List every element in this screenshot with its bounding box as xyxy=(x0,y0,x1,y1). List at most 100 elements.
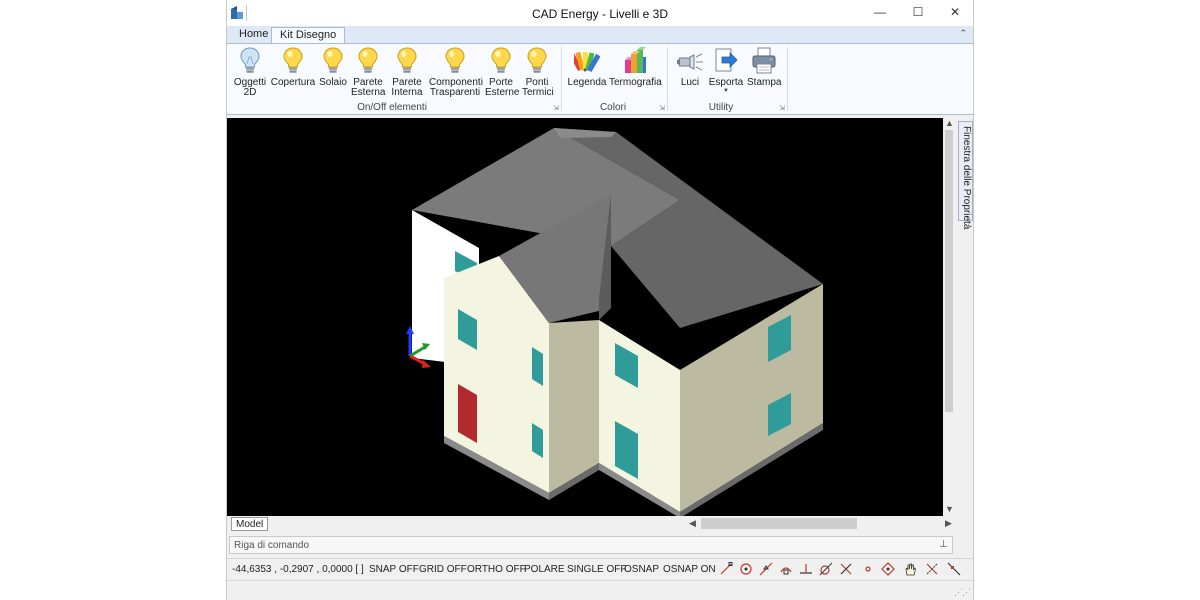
bulb-on-icon xyxy=(397,47,417,73)
gable-side-wall xyxy=(549,320,599,493)
roof-ridge-light xyxy=(554,128,616,138)
drawing-viewport-3d[interactable] xyxy=(227,118,943,518)
printer-icon xyxy=(752,47,776,74)
window-bottom-strip: ⋰⋰ xyxy=(227,580,973,600)
ribbon-button-label: Oggetti 2D xyxy=(233,77,267,98)
ribbon-button-termografia[interactable]: Termografia xyxy=(609,46,662,88)
scroll-left-icon[interactable]: ◀ xyxy=(689,518,696,529)
ribbon-button-label: Componenti Trasparenti xyxy=(429,77,483,98)
single-toggle[interactable]: SINGLE OFF xyxy=(567,564,626,575)
ribbon-button-porte-esterne[interactable]: Porte Esterne xyxy=(485,46,520,98)
ribbon-button-stampa[interactable]: Stampa xyxy=(747,46,781,88)
ribbon-button-parete-esterna[interactable]: Parete Esterna xyxy=(351,46,385,98)
dialog-launcher-icon[interactable]: ⇲ xyxy=(779,104,785,112)
bulb-on-icon xyxy=(323,47,343,73)
ribbon-button-label: Legenda xyxy=(567,77,607,88)
chevron-down-icon: ▼ xyxy=(723,88,729,94)
bulb-on-icon xyxy=(358,47,378,73)
title-bar: CAD Energy - Livelli e 3D — ☐ ✕ xyxy=(227,0,973,26)
ribbon-button-esporta[interactable]: Esporta ▼ xyxy=(707,46,745,95)
tab-kit-disegno[interactable]: Kit Disegno xyxy=(271,27,346,43)
extension-snap-icon[interactable] xyxy=(925,562,939,576)
ribbon-collapse-icon[interactable]: ⌃ xyxy=(959,28,967,39)
maximize-button[interactable]: ☐ xyxy=(901,0,935,26)
vertical-scroll-thumb[interactable] xyxy=(945,130,953,412)
ribbon-button-parete-interna[interactable]: Parete Interna xyxy=(390,46,424,98)
ribbon-button-luci[interactable]: Luci xyxy=(675,46,705,88)
nearest-snap-icon[interactable] xyxy=(947,562,961,576)
dialog-launcher-icon[interactable]: ⇲ xyxy=(659,104,665,112)
ribbon-button-label: Solaio xyxy=(319,77,347,88)
bulb-on-icon xyxy=(283,47,303,73)
midpoint-snap-icon[interactable] xyxy=(759,562,773,576)
osnap-toggle[interactable]: OSNAP xyxy=(624,564,659,575)
spotlight-icon xyxy=(677,53,703,71)
thermography-icon xyxy=(625,47,646,73)
tab-model[interactable]: Model xyxy=(231,517,269,531)
app-window: CAD Energy - Livelli e 3D — ☐ ✕ Home Kit… xyxy=(226,0,974,600)
polar-toggle[interactable]: POLARE xyxy=(524,564,565,575)
ribbon-button-label: Porte Esterne xyxy=(485,77,520,98)
group-separator xyxy=(561,47,562,111)
export-icon xyxy=(715,48,738,72)
command-line-input[interactable]: Riga di comando ⊥ xyxy=(229,536,953,554)
status-bar: -44,6353 , -0,2907 , 0,0000 [ ] SNAP OFF… xyxy=(227,558,973,580)
ribbon-button-label: Copertura xyxy=(270,77,316,88)
pan-hand-icon[interactable] xyxy=(903,562,917,576)
group-label-utility: Utility xyxy=(708,102,734,113)
ribbon-button-oggetti-2d[interactable]: Oggetti 2D xyxy=(232,46,268,98)
endpoint-snap-icon[interactable] xyxy=(719,562,733,576)
quadrant-snap-icon[interactable] xyxy=(779,562,793,576)
ribbon-panel: Oggetti 2D Copertura Solaio Parete Ester… xyxy=(227,43,973,115)
group-separator xyxy=(667,47,668,111)
color-swatches-icon xyxy=(574,51,600,72)
group-label-colori: Colori xyxy=(599,102,627,113)
tangent-snap-icon[interactable] xyxy=(819,562,833,576)
pin-icon[interactable]: ⊥ xyxy=(939,539,948,550)
ribbon-button-legenda[interactable]: Legenda xyxy=(567,46,607,88)
ribbon-button-ponti-termici[interactable]: Ponti Termici xyxy=(522,46,554,98)
snap-toggle[interactable]: SNAP OFF xyxy=(369,564,419,575)
intersection-snap-icon[interactable] xyxy=(839,562,853,576)
ribbon-button-solaio[interactable]: Solaio xyxy=(319,46,347,88)
ortho-toggle[interactable]: ORTHO OFF xyxy=(467,564,526,575)
dialog-launcher-icon[interactable]: ⇲ xyxy=(553,104,559,112)
ribbon-button-label: Termografia xyxy=(609,77,662,88)
grid-toggle[interactable]: GRID OFF xyxy=(419,564,467,575)
house-3d-model xyxy=(406,128,823,518)
properties-panel-label: Finestra delle Proprietà xyxy=(961,126,972,230)
right-wall-front xyxy=(599,320,680,512)
tab-home[interactable]: Home xyxy=(231,27,276,43)
properties-panel-tab[interactable]: Finestra delle Proprietà xyxy=(958,121,973,229)
perpendicular-snap-icon[interactable] xyxy=(799,562,813,576)
command-line-placeholder: Riga di comando xyxy=(234,540,310,551)
minimize-button[interactable]: — xyxy=(863,0,897,26)
group-separator xyxy=(787,47,788,111)
bulb-off-icon xyxy=(240,47,260,73)
center-snap-icon[interactable] xyxy=(739,562,753,576)
bulb-on-icon xyxy=(527,47,547,73)
ribbon-button-label: Luci xyxy=(680,77,700,88)
ribbon-button-label: Parete Interna xyxy=(391,77,423,98)
cursor-coordinates: -44,6353 , -0,2907 , 0,0000 [ ] xyxy=(232,564,364,575)
scroll-up-icon[interactable]: ▲ xyxy=(945,118,954,128)
node-snap-icon[interactable] xyxy=(861,562,875,576)
scroll-down-icon[interactable]: ▼ xyxy=(945,504,954,514)
close-button[interactable]: ✕ xyxy=(938,0,972,26)
ribbon-button-label: Parete Esterna xyxy=(351,77,386,98)
ribbon-button-copertura[interactable]: Copertura xyxy=(270,46,316,88)
ribbon-button-label: Ponti Termici xyxy=(522,77,554,98)
ribbon-button-label: Stampa xyxy=(747,77,782,88)
ribbon-button-componenti-trasparenti[interactable]: Componenti Trasparenti xyxy=(429,46,483,98)
scroll-right-icon[interactable]: ▶ xyxy=(945,518,952,529)
bulb-on-icon xyxy=(491,47,511,73)
bulb-on-icon xyxy=(445,47,465,73)
horizontal-scroll-thumb[interactable] xyxy=(701,518,857,529)
insertion-snap-icon[interactable] xyxy=(881,562,895,576)
osnap-on-toggle[interactable]: OSNAP ON xyxy=(663,564,716,575)
group-label-on-off: On/Off elementi xyxy=(357,102,427,113)
layout-tab-bar: Model ◀ ▶ xyxy=(227,516,952,531)
resize-grip-icon[interactable]: ⋰⋰ xyxy=(954,587,971,598)
window-title: CAD Energy - Livelli e 3D xyxy=(531,7,669,21)
vertical-scrollbar[interactable]: ▲ ▼ xyxy=(943,118,955,518)
